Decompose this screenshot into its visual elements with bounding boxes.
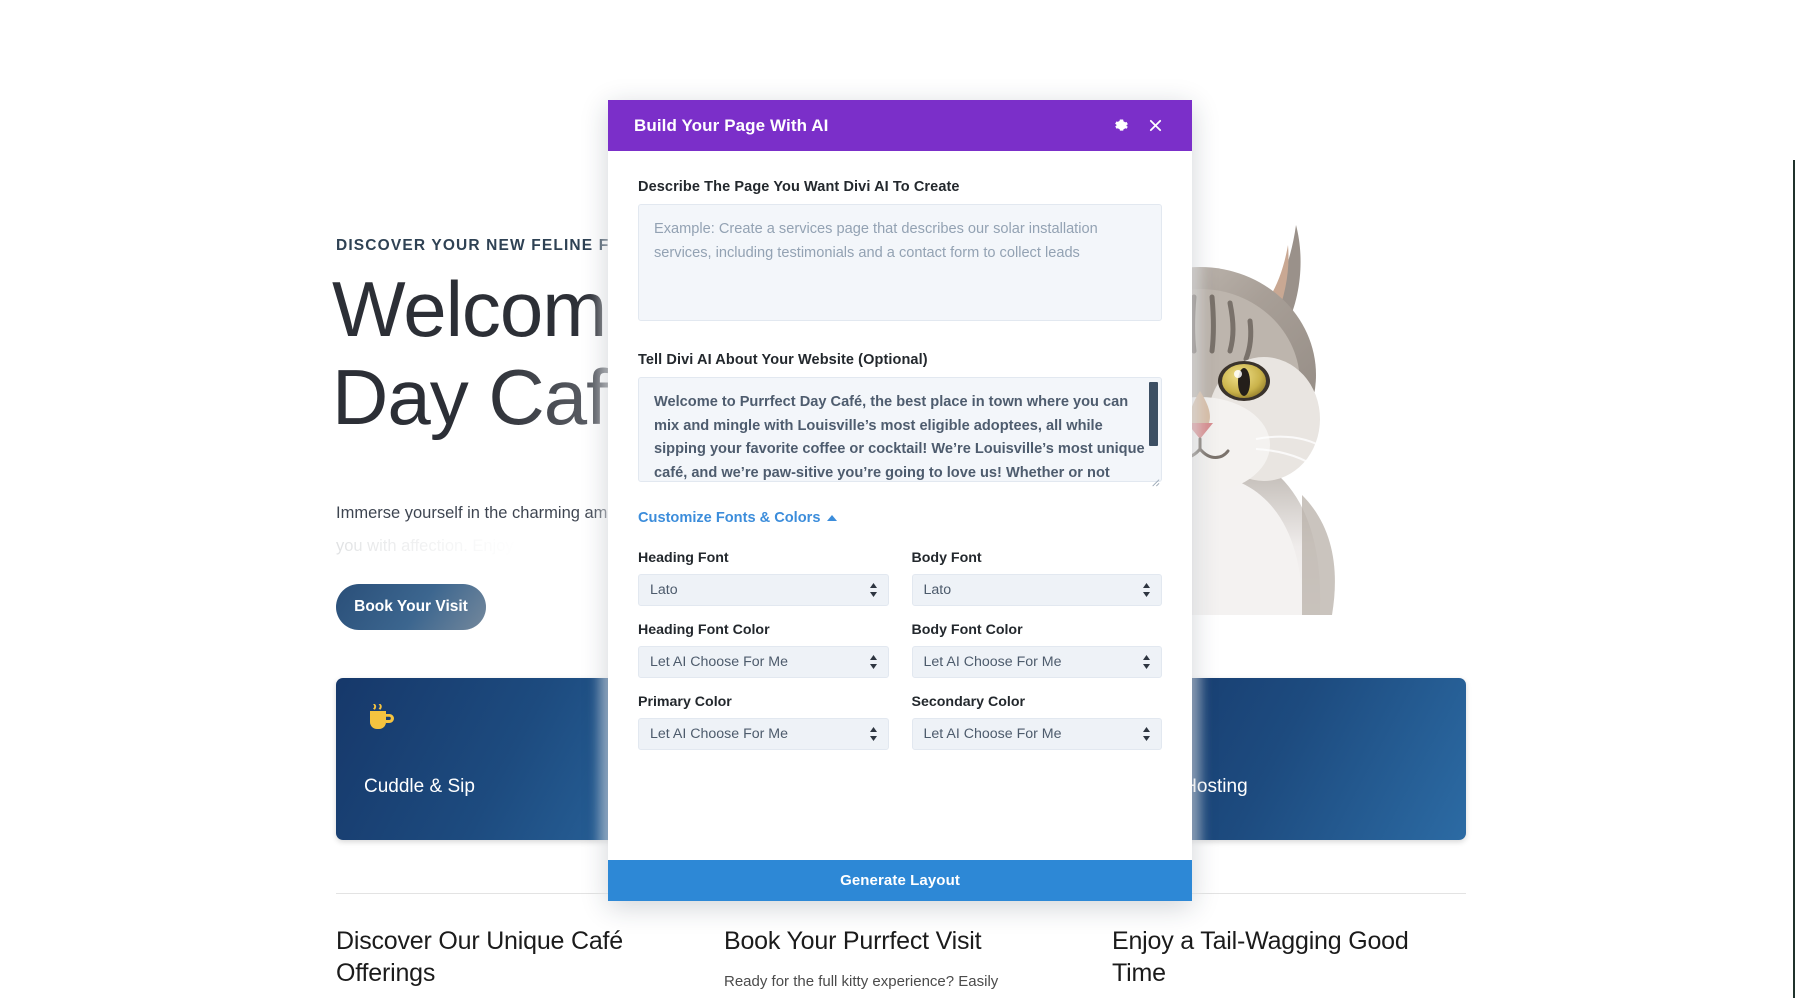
close-icon[interactable] xyxy=(1142,113,1168,139)
body-font-select[interactable]: Lato xyxy=(911,574,1162,606)
generate-layout-button[interactable]: Generate Layout xyxy=(608,860,1192,901)
modal-body: Describe The Page You Want Divi AI To Cr… xyxy=(608,151,1192,860)
body-font-color-label: Body Font Color xyxy=(911,622,1023,638)
customize-options-grid: Heading Font Lato Body Font Lato Heading… xyxy=(638,550,1162,750)
body-font-label: Body Font xyxy=(911,550,982,566)
heading-font-color-field: Heading Font Color Let AI Choose For Me xyxy=(638,622,889,678)
bottom-column: Discover Our Unique Café Offerings xyxy=(336,925,676,995)
body-font-field: Body Font Lato xyxy=(911,550,1162,606)
feature-card-title: Cuddle & Sip xyxy=(364,776,475,797)
body-font-color-select[interactable]: Let AI Choose For Me xyxy=(911,646,1162,678)
right-edge-rule xyxy=(1793,160,1795,998)
chevron-up-icon xyxy=(827,515,838,521)
bottom-column-heading: Book Your Purrfect Visit xyxy=(724,927,982,955)
bottom-column-heading: Discover Our Unique Café Offerings xyxy=(336,927,623,987)
secondary-color-field: Secondary Color Let AI Choose For Me xyxy=(911,694,1162,750)
textarea-scrollbar[interactable] xyxy=(1149,382,1158,446)
secondary-color-label: Secondary Color xyxy=(911,694,1026,710)
modal-footer: Generate Layout xyxy=(608,860,1192,901)
about-website-input[interactable] xyxy=(638,377,1162,482)
customize-toggle-label: Customize Fonts & Colors xyxy=(638,510,821,526)
coffee-cup-icon xyxy=(364,704,398,736)
describe-field-label: Describe The Page You Want Divi AI To Cr… xyxy=(638,179,960,195)
gear-icon[interactable] xyxy=(1108,113,1134,139)
heading-font-field: Heading Font Lato xyxy=(638,550,889,606)
modal-title: Build Your Page With AI xyxy=(634,115,829,135)
heading-font-color-select[interactable]: Let AI Choose For Me xyxy=(638,646,889,678)
book-your-visit-button[interactable]: Book Your Visit xyxy=(336,584,486,630)
heading-font-color-label: Heading Font Color xyxy=(638,622,770,638)
heading-font-label: Heading Font xyxy=(638,550,729,566)
primary-color-field: Primary Color Let AI Choose For Me xyxy=(638,694,889,750)
about-website-field xyxy=(638,377,1162,487)
bottom-column-heading: Enjoy a Tail-Wagging Good Time xyxy=(1112,927,1409,987)
heading-font-select[interactable]: Lato xyxy=(638,574,889,606)
about-website-field-label: Tell Divi AI About Your Website (Optiona… xyxy=(638,352,928,368)
bottom-columns: Discover Our Unique Café Offerings Book … xyxy=(336,925,1476,995)
screen-root: DISCOVER YOUR NEW FELINE FRIEND Welcome … xyxy=(0,0,1800,998)
bottom-column-body: Ready for the full kitty experience? Eas… xyxy=(724,973,999,990)
describe-page-input[interactable] xyxy=(638,204,1162,321)
primary-color-select[interactable]: Let AI Choose For Me xyxy=(638,718,889,750)
bottom-column: Book Your Purrfect Visit Ready for the f… xyxy=(724,925,1064,995)
secondary-color-select[interactable]: Let AI Choose For Me xyxy=(911,718,1162,750)
modal-header: Build Your Page With AI xyxy=(608,100,1192,151)
customize-fonts-colors-toggle[interactable]: Customize Fonts & Colors xyxy=(638,510,838,526)
body-font-color-field: Body Font Color Let AI Choose For Me xyxy=(911,622,1162,678)
primary-color-label: Primary Color xyxy=(638,694,732,710)
bottom-column: Enjoy a Tail-Wagging Good Time xyxy=(1112,925,1452,995)
build-page-with-ai-modal: Build Your Page With AI Describe The Pag… xyxy=(608,100,1192,901)
